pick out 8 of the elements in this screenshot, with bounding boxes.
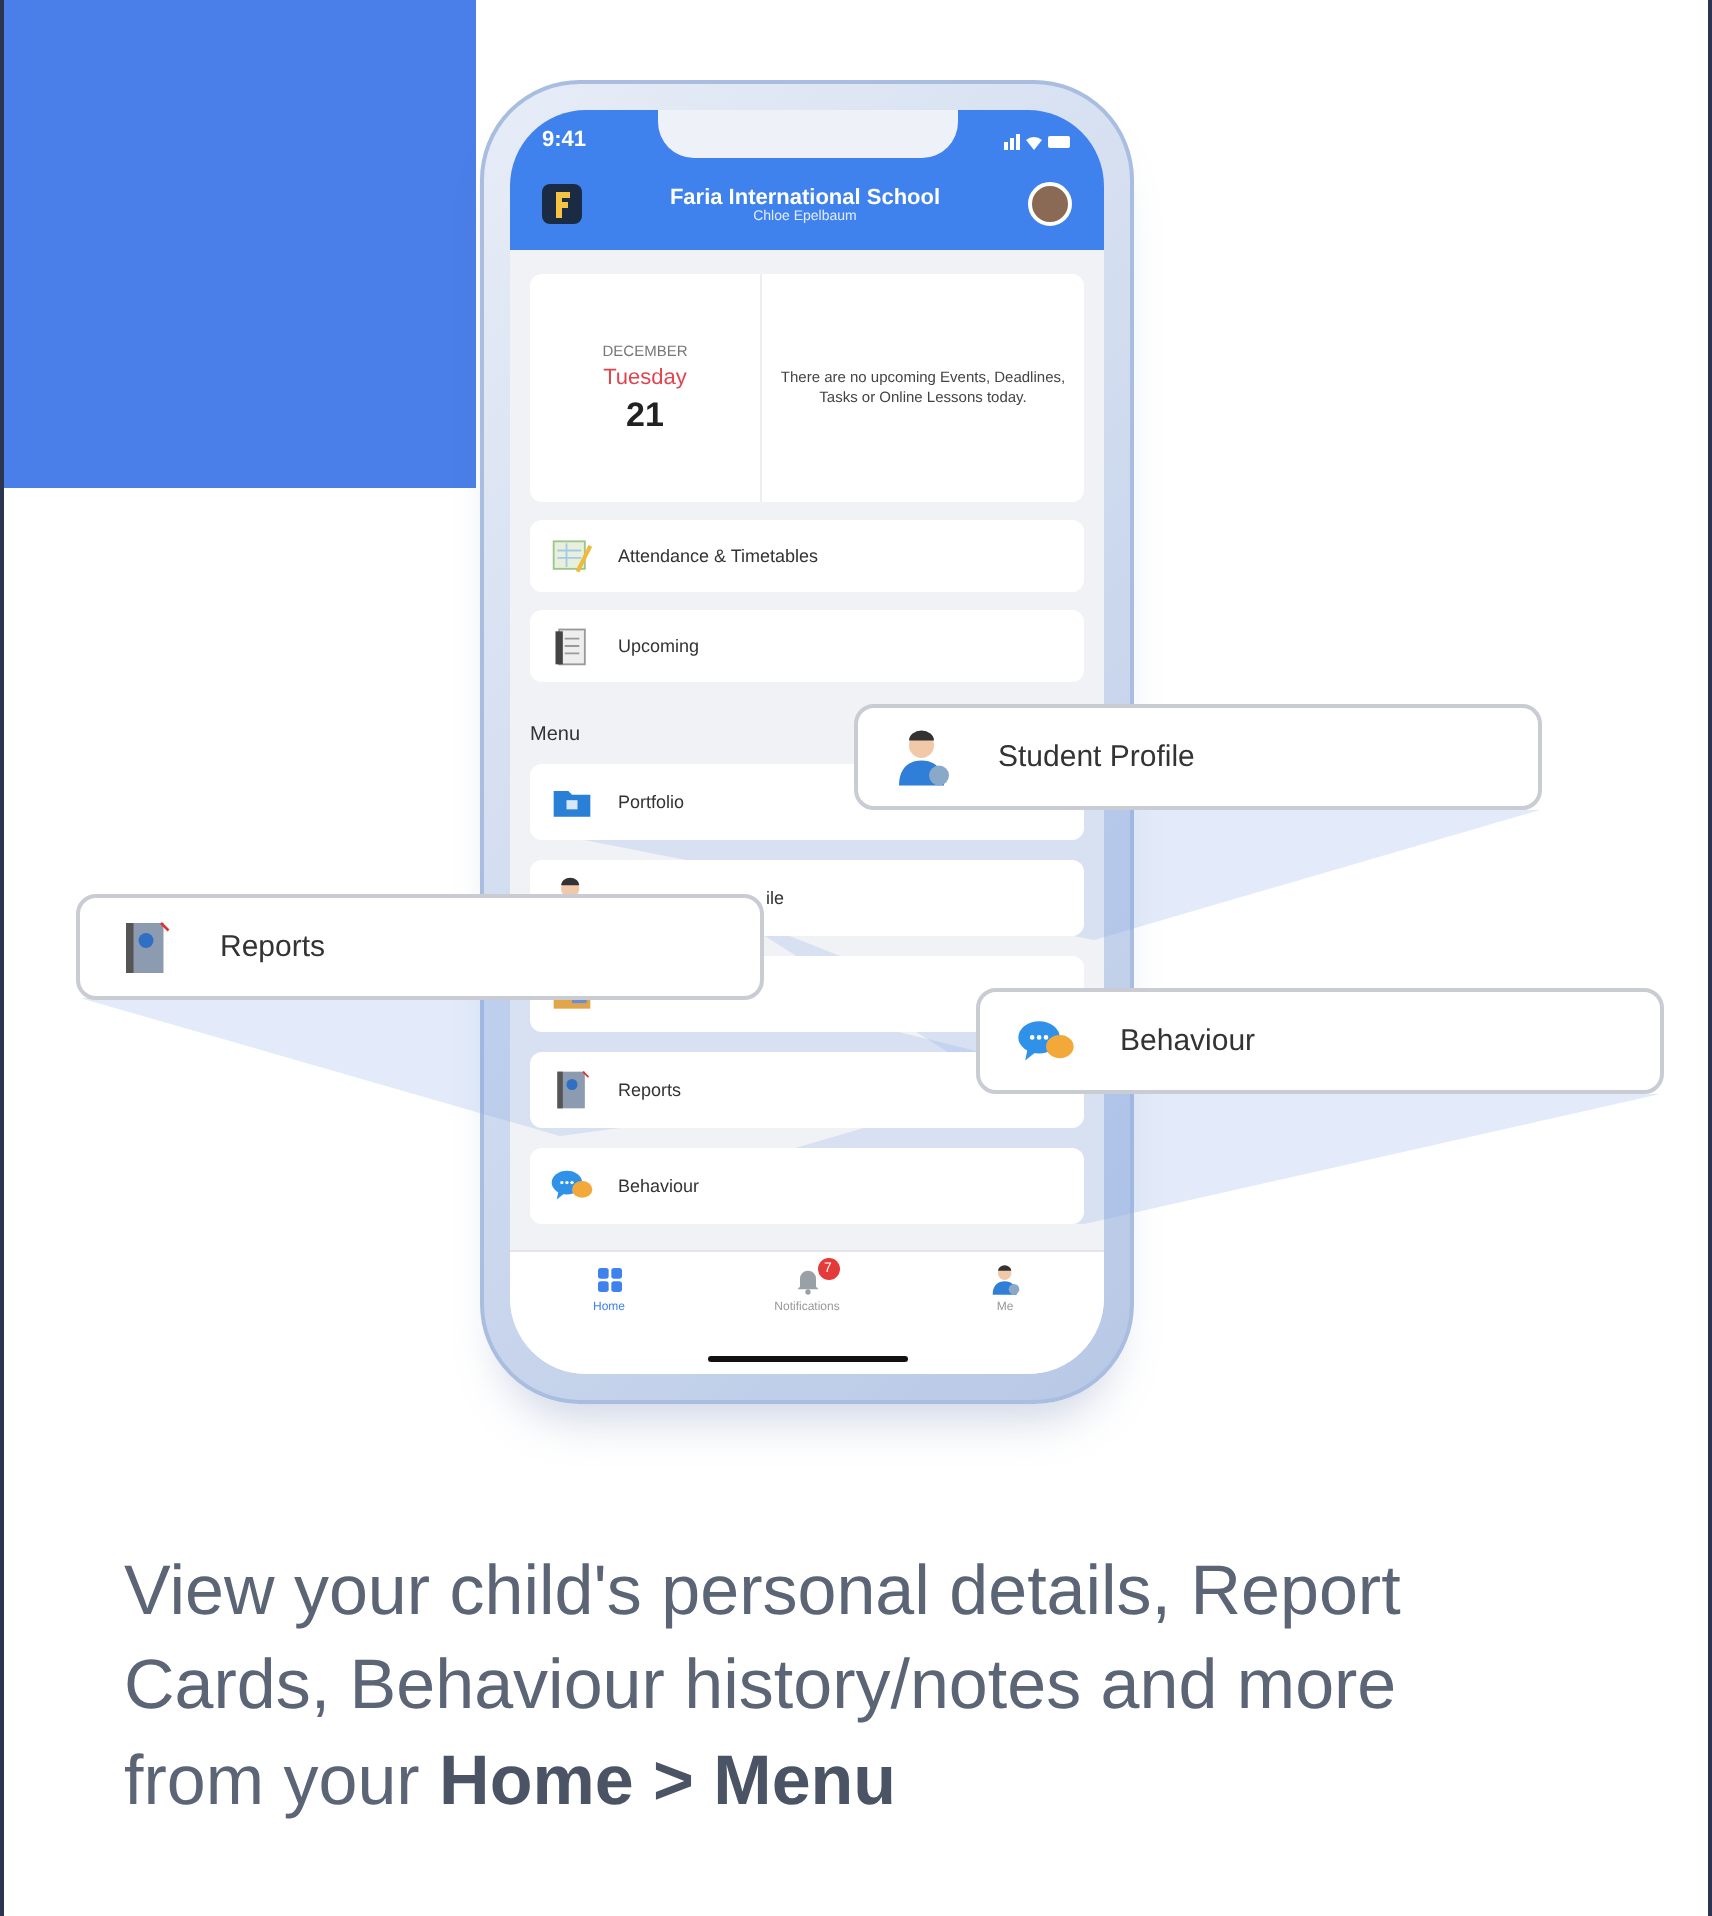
menu-heading: Menu [530, 724, 583, 746]
status-time: 9:41 [542, 128, 587, 152]
date-weekday: Tuesday [603, 365, 687, 389]
caption-text: View your child's personal details, Report Cards, Behaviour history/notes and more from your Home > Menu [124, 1550, 1403, 1823]
school-name: Faria International School [669, 185, 941, 209]
date-day: 21 [626, 395, 664, 435]
callout-label: Reports [220, 930, 326, 964]
callout-label: Behaviour [1120, 1024, 1256, 1058]
